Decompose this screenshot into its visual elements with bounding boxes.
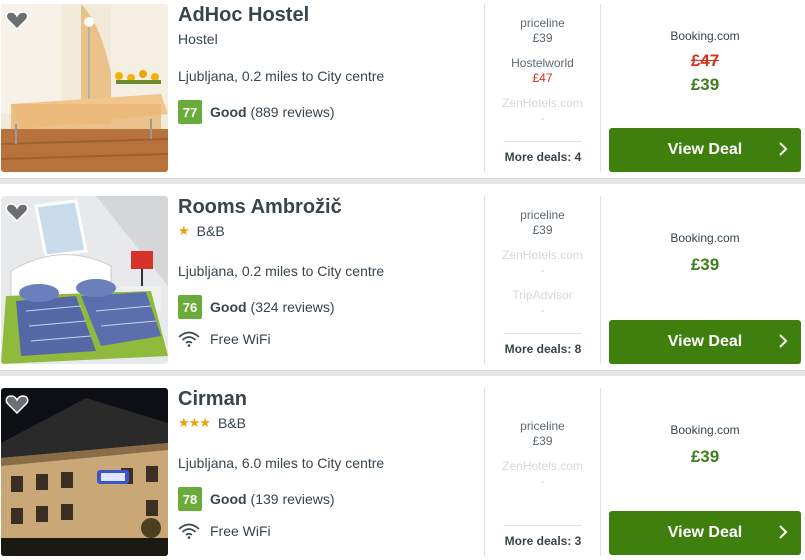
deal-provider: priceline — [520, 419, 565, 433]
hotel-photo[interactable] — [1, 388, 168, 556]
deal-provider: priceline — [520, 208, 565, 222]
rating-row[interactable]: 76 Good (324 reviews) — [178, 295, 335, 319]
deal-price: £39 — [532, 223, 553, 237]
more-deals-link[interactable]: More deals: 4 — [504, 141, 582, 164]
accommodation-type: ★★★ B&B — [178, 415, 246, 431]
wifi-icon — [178, 331, 200, 347]
deal-provider: Hostelworld — [511, 56, 574, 70]
alternative-deals: priceline £39 ZenHotels.com - More deals… — [484, 388, 601, 556]
deal-price: - — [540, 111, 545, 125]
score-badge: 77 — [178, 100, 202, 124]
main-deal-provider: Booking.com — [670, 231, 740, 245]
deal-price: - — [540, 303, 545, 317]
view-deal-label: View Deal — [667, 333, 743, 350]
deal-priceline[interactable]: priceline £39 — [485, 16, 600, 46]
deal-provider: ZenHotels.com — [502, 459, 583, 473]
rating-row[interactable]: 77 Good (889 reviews) — [178, 100, 335, 124]
view-deal-label: View Deal — [667, 141, 743, 158]
deal-zenhotels[interactable]: ZenHotels.com - — [485, 96, 600, 126]
view-deal-button[interactable]: View Deal — [609, 128, 801, 172]
deal-price: - — [540, 263, 545, 277]
hotel-name[interactable]: Rooms Ambrožič — [178, 196, 342, 219]
score-badge: 76 — [178, 295, 202, 319]
deal-hostelworld[interactable]: Hostelworld £47 — [485, 56, 600, 86]
chevron-right-icon — [779, 142, 788, 156]
hotel-name[interactable]: AdHoc Hostel — [178, 4, 309, 27]
chevron-right-icon — [779, 525, 788, 539]
amenity-label: Free WiFi — [210, 523, 271, 539]
star-icon: ★★★ — [178, 415, 211, 430]
deal-tripadvisor[interactable]: TripAdvisor - — [485, 288, 600, 318]
main-price: £39 — [690, 75, 720, 94]
old-price: £47 — [690, 51, 720, 70]
hotel-location: Ljubljana, 0.2 miles to City centre — [178, 263, 385, 279]
wifi-icon — [178, 523, 200, 539]
amenity-wifi: Free WiFi — [178, 523, 271, 539]
rating-row[interactable]: 78 Good (139 reviews) — [178, 487, 335, 511]
hotel-name[interactable]: Cirman — [178, 388, 247, 411]
view-deal-button[interactable]: View Deal — [609, 320, 801, 364]
deal-provider: ZenHotels.com — [502, 248, 583, 262]
deal-priceline[interactable]: priceline £39 — [485, 419, 600, 449]
heart-icon[interactable] — [5, 393, 29, 415]
chevron-right-icon — [779, 334, 788, 348]
review-count: (324 reviews) — [250, 299, 335, 315]
accommodation-type-label: Hostel — [178, 31, 218, 47]
accommodation-type-label: B&B — [217, 415, 246, 431]
score-badge: 78 — [178, 487, 202, 511]
deal-zenhotels[interactable]: ZenHotels.com - — [485, 459, 600, 489]
more-deals-link[interactable]: More deals: 3 — [504, 525, 582, 548]
deal-priceline[interactable]: priceline £39 — [485, 208, 600, 238]
hotel-card: AdHoc Hostel Hostel Ljubljana, 0.2 miles… — [0, 0, 805, 184]
accommodation-type-label: B&B — [196, 223, 225, 239]
rating-word: Good — [210, 491, 247, 507]
hotel-location: Ljubljana, 0.2 miles to City centre — [178, 68, 385, 84]
alternative-deals: priceline £39 ZenHotels.com - TripAdviso… — [484, 196, 601, 364]
hotel-photo[interactable] — [1, 4, 168, 172]
deal-price: £39 — [532, 434, 553, 448]
deal-provider: priceline — [520, 16, 565, 30]
heart-icon[interactable] — [5, 201, 29, 223]
amenity-label: Free WiFi — [210, 331, 271, 347]
deal-provider: TripAdvisor — [512, 288, 573, 302]
deal-price: - — [540, 474, 545, 488]
view-deal-label: View Deal — [667, 524, 743, 541]
main-price: £39 — [690, 255, 720, 274]
deal-zenhotels[interactable]: ZenHotels.com - — [485, 248, 600, 278]
hotel-photo[interactable] — [1, 196, 168, 364]
rating-word: Good — [210, 104, 247, 120]
view-deal-button[interactable]: View Deal — [609, 511, 801, 555]
hotel-card: Rooms Ambrožič ★ B&B Ljubljana, 0.2 mile… — [0, 192, 805, 376]
main-deal-provider: Booking.com — [670, 29, 740, 43]
review-count: (139 reviews) — [250, 491, 335, 507]
accommodation-type: ★ B&B — [178, 223, 225, 239]
deal-provider: ZenHotels.com — [502, 96, 583, 110]
more-deals-link[interactable]: More deals: 8 — [504, 333, 582, 356]
star-icon: ★ — [178, 223, 190, 238]
main-deal-provider: Booking.com — [670, 423, 740, 437]
heart-icon[interactable] — [5, 9, 29, 31]
amenity-wifi: Free WiFi — [178, 331, 271, 347]
deal-price: £47 — [532, 71, 553, 85]
rating-word: Good — [210, 299, 247, 315]
hotel-card: Cirman ★★★ B&B Ljubljana, 6.0 miles to C… — [0, 384, 805, 560]
main-price: £39 — [690, 447, 720, 466]
deal-price: £39 — [532, 31, 553, 45]
accommodation-type: Hostel — [178, 31, 218, 47]
review-count: (889 reviews) — [250, 104, 335, 120]
alternative-deals: priceline £39 Hostelworld £47 ZenHotels.… — [484, 4, 601, 172]
hotel-location: Ljubljana, 6.0 miles to City centre — [178, 455, 385, 471]
